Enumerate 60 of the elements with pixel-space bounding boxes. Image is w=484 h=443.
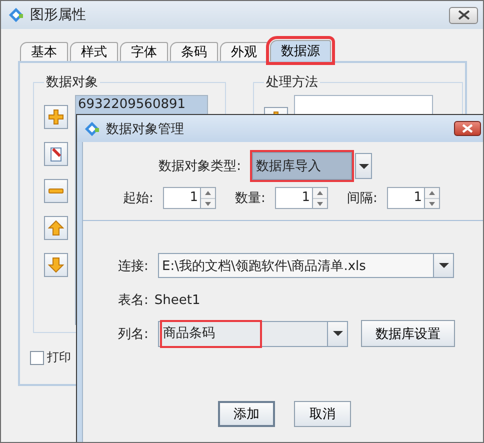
dropdown-button[interactable]	[328, 320, 348, 346]
field-label: 起始:	[123, 190, 154, 207]
tab[interactable]: 条码	[170, 42, 218, 61]
caret-down-icon	[438, 262, 450, 269]
type-dropdown[interactable]: 数据库导入	[252, 152, 352, 180]
dropdown-button[interactable]	[434, 253, 454, 278]
spin-up-button[interactable]	[313, 188, 327, 198]
tab[interactable]: 字体	[120, 42, 168, 61]
move-up-button[interactable]	[44, 216, 68, 240]
caret-up-icon	[205, 191, 211, 195]
caret-up-icon	[429, 191, 435, 195]
checkbox[interactable]	[30, 350, 44, 364]
number-field[interactable]: 1	[163, 187, 201, 209]
dialog-button[interactable]: 添加	[218, 401, 275, 427]
up-arrow-icon	[48, 220, 64, 236]
field-label: 数量:	[235, 190, 266, 207]
field-label: 连接:	[118, 258, 150, 274]
caret-down-icon	[429, 202, 435, 206]
group-title: 数据对象	[45, 74, 99, 91]
database-settings-button[interactable]: 数据库设置	[361, 320, 455, 347]
field-label: 数据对象类型:	[158, 158, 241, 175]
dropdown-button[interactable]	[355, 153, 372, 179]
edit-button[interactable]	[44, 142, 68, 166]
table-name-value: Sheet1	[154, 292, 200, 308]
spin-up-button[interactable]	[425, 188, 439, 198]
spin-down-button[interactable]	[425, 198, 439, 208]
close-button[interactable]	[454, 121, 481, 136]
edit-icon	[48, 146, 64, 162]
add-icon	[48, 109, 64, 125]
close-icon	[462, 124, 473, 133]
checkbox-label: 打印	[47, 349, 71, 366]
spin-down-button[interactable]	[201, 198, 215, 208]
caret-down-icon	[317, 202, 323, 206]
field-label: 表名:	[118, 292, 148, 309]
caret-up-icon	[317, 191, 323, 195]
caret-down-icon	[205, 202, 211, 206]
group-title: 处理方法	[265, 74, 319, 91]
window-title: 数据对象管理	[106, 120, 185, 138]
field-label: 列名:	[118, 326, 150, 342]
dialog-button[interactable]: 取消	[294, 401, 351, 427]
caret-down-icon	[332, 330, 344, 337]
caret-down-icon	[358, 162, 370, 170]
list-item[interactable]: 6932209560891	[76, 96, 207, 116]
connection-dropdown[interactable]: E:\我的文档\领跑软件\商品清单.xls	[158, 253, 434, 278]
window-title: 图形属性	[30, 6, 87, 24]
number-field[interactable]: 1	[275, 187, 313, 209]
add-button[interactable]	[44, 105, 68, 129]
spin-up-button[interactable]	[201, 188, 215, 198]
tab[interactable]: 基本	[20, 42, 68, 61]
number-field[interactable]: 1	[387, 187, 425, 209]
move-down-button[interactable]	[44, 253, 68, 277]
spin-down-button[interactable]	[313, 198, 327, 208]
field-label: 间隔:	[347, 190, 378, 207]
tab[interactable]: 样式	[70, 42, 118, 61]
remove-button[interactable]	[44, 179, 68, 203]
down-arrow-icon	[48, 257, 64, 273]
tab[interactable]: 外观	[220, 42, 268, 61]
column-dropdown[interactable]: 商品条码	[158, 320, 328, 346]
close-button[interactable]	[449, 6, 478, 24]
close-icon	[458, 10, 470, 20]
